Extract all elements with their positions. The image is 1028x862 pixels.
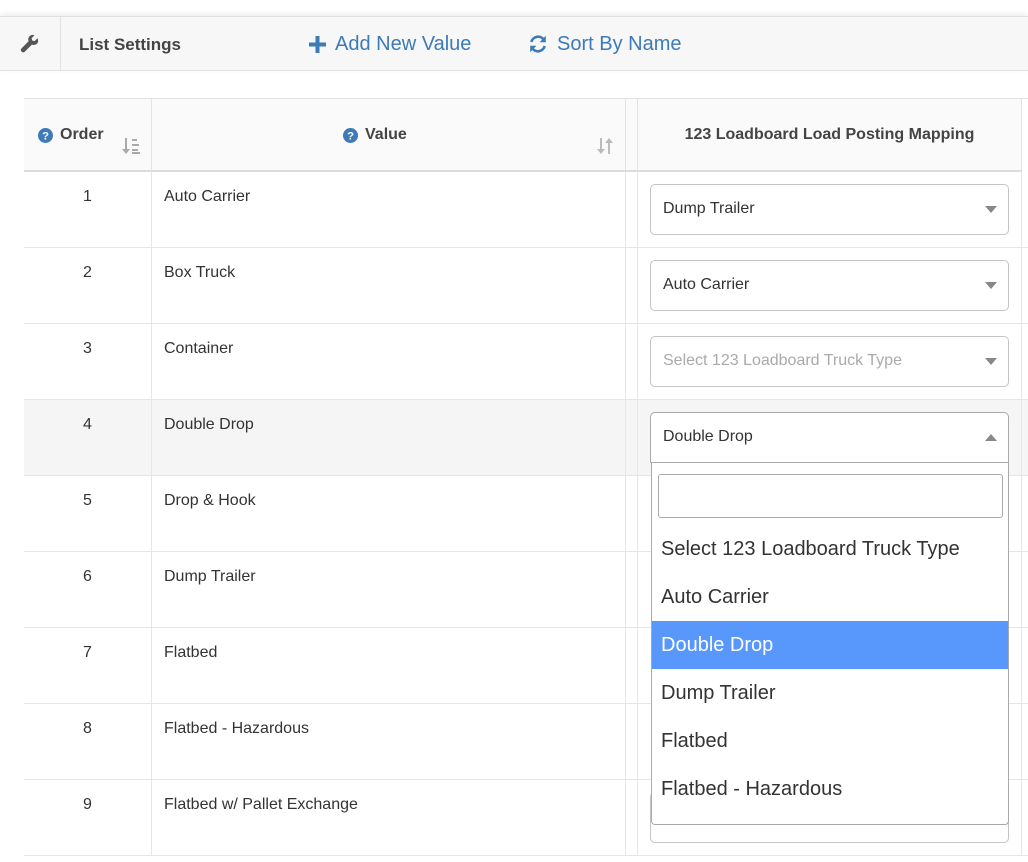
value-cell[interactable]: Drop & Hook (152, 476, 626, 551)
add-new-value-label: Add New Value (335, 32, 472, 55)
mapping-cell: Dump Trailer (638, 172, 1022, 247)
column-header-value[interactable]: ? Value (152, 99, 626, 172)
order-cell: 3 (24, 324, 152, 399)
page-title: List Settings (79, 35, 182, 54)
column-header-spacer (626, 99, 638, 172)
help-icon[interactable]: ? (38, 127, 53, 143)
dropdown-option[interactable]: Flatbed (652, 717, 1008, 765)
sort-icon[interactable] (596, 137, 614, 155)
order-cell: 8 (24, 704, 152, 779)
order-cell: 7 (24, 628, 152, 703)
dropdown-option[interactable]: Auto Carrier (652, 573, 1008, 621)
plus-icon (309, 35, 326, 53)
dropdown-option[interactable]: Select 123 Loadboard Truck Type (652, 525, 1008, 573)
order-cell: 4 (24, 400, 152, 475)
value-cell[interactable]: Dump Trailer (152, 552, 626, 627)
order-cell: 6 (24, 552, 152, 627)
wrench-icon[interactable] (0, 17, 61, 71)
chevron-down-icon (985, 206, 997, 213)
select-placeholder: Select 123 Loadboard Truck Type (663, 352, 902, 369)
selected-value: Auto Carrier (663, 276, 750, 293)
value-cell[interactable]: Flatbed (152, 628, 626, 703)
mapping-cell: Select 123 Loadboard Truck Type (638, 324, 1022, 399)
sort-numeric-icon[interactable] (122, 137, 140, 155)
value-cell[interactable]: Auto Carrier (152, 172, 626, 247)
selected-value: Double Drop (663, 428, 753, 445)
value-cell[interactable]: Flatbed - Hazardous (152, 704, 626, 779)
order-cell: 1 (24, 172, 152, 247)
table-row: 3 Container Select 123 Loadboard Truck T… (24, 324, 1028, 400)
order-cell: 2 (24, 248, 152, 323)
dropdown-search-input[interactable] (658, 474, 1003, 518)
chevron-down-icon (985, 282, 997, 289)
toolbar: List Settings Add New Value Sort By Name (0, 16, 1028, 71)
list-settings-app: List Settings Add New Value Sort By Name (0, 0, 1028, 862)
table-row: 1 Auto Carrier Dump Trailer (24, 172, 1028, 248)
chevron-down-icon (985, 358, 997, 365)
truck-type-select[interactable]: Dump Trailer (650, 184, 1009, 235)
add-new-value-button[interactable]: Add New Value (309, 17, 471, 71)
sort-by-name-button[interactable]: Sort By Name (528, 17, 681, 71)
column-header-mapping[interactable]: 123 Loadboard Load Posting Mapping (638, 99, 1022, 172)
row-spacer (626, 552, 638, 627)
row-spacer (626, 628, 638, 703)
truck-type-select[interactable]: Double Drop (650, 412, 1009, 463)
svg-text:?: ? (42, 130, 49, 142)
truck-type-select[interactable]: Select 123 Loadboard Truck Type (650, 336, 1009, 387)
help-icon[interactable]: ? (343, 127, 358, 143)
refresh-icon (530, 35, 546, 53)
dropdown-option[interactable]: Dump Trailer (652, 669, 1008, 717)
order-cell: 9 (24, 780, 152, 855)
svg-text:?: ? (347, 130, 354, 142)
row-spacer (626, 172, 638, 247)
value-cell[interactable]: Box Truck (152, 248, 626, 323)
row-spacer (626, 780, 638, 855)
chevron-up-icon (985, 434, 997, 441)
value-cell[interactable]: Double Drop (152, 400, 626, 475)
row-spacer (626, 400, 638, 475)
row-spacer (626, 324, 638, 399)
order-header-label: Order (60, 126, 104, 143)
table-row: 2 Box Truck Auto Carrier (24, 248, 1028, 324)
truck-type-dropdown: Select 123 Loadboard Truck Type Auto Car… (651, 463, 1009, 825)
mapping-cell: Auto Carrier (638, 248, 1022, 323)
order-cell: 5 (24, 476, 152, 551)
row-spacer (626, 248, 638, 323)
dropdown-option[interactable]: Flatbed - Hazardous (652, 765, 1008, 813)
row-spacer (626, 476, 638, 551)
sort-by-name-label: Sort By Name (557, 32, 682, 55)
value-header-label: Value (365, 126, 407, 143)
truck-type-select[interactable]: Auto Carrier (650, 260, 1009, 311)
column-header-order[interactable]: ? Order (24, 99, 152, 172)
row-spacer (626, 704, 638, 779)
selected-value: Dump Trailer (663, 200, 755, 217)
value-cell[interactable]: Flatbed w/ Pallet Exchange (152, 780, 626, 855)
value-cell[interactable]: Container (152, 324, 626, 399)
dropdown-option-highlighted[interactable]: Double Drop (652, 621, 1008, 669)
mapping-header-label: 123 Loadboard Load Posting Mapping (684, 126, 975, 143)
dropdown-options: Select 123 Loadboard Truck Type Auto Car… (652, 525, 1008, 813)
